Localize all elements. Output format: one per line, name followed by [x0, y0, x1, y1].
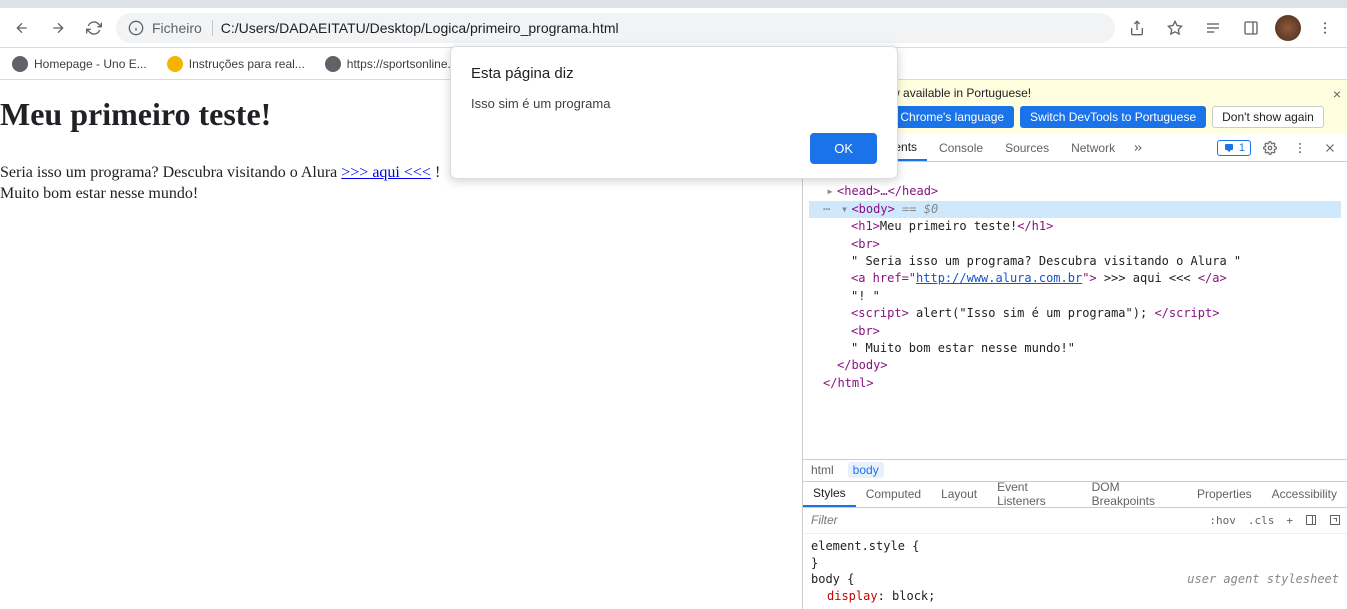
styles-filter-input[interactable] — [803, 513, 1203, 527]
page-text: ! — [431, 164, 440, 181]
url-scheme: Ficheiro — [152, 20, 213, 36]
reading-list-icon[interactable] — [1199, 14, 1227, 42]
tab-properties[interactable]: Properties — [1187, 482, 1262, 507]
back-button[interactable] — [8, 14, 36, 42]
crumb-html[interactable]: html — [811, 463, 834, 477]
address-bar[interactable]: Ficheiro C:/Users/DADAEITATU/Desktop/Log… — [116, 13, 1115, 43]
bookmark-label: Homepage - Uno E... — [34, 57, 147, 71]
dialog-message: Isso sim é um programa — [471, 96, 877, 111]
bookmark-item[interactable]: Homepage - Uno E... — [12, 56, 147, 72]
bookmark-star-icon[interactable] — [1161, 14, 1189, 42]
ok-button[interactable]: OK — [810, 133, 877, 164]
tab-network[interactable]: Network — [1061, 134, 1125, 161]
computed-sidebar-icon[interactable] — [1299, 514, 1323, 526]
reload-button[interactable] — [80, 14, 108, 42]
styles-filter-row: :hov .cls + — [803, 508, 1347, 534]
bookmark-item[interactable]: https://sportsonline... — [325, 56, 458, 72]
globe-icon — [12, 56, 28, 72]
switch-language-button[interactable]: Switch DevTools to Portuguese — [1020, 106, 1206, 128]
gear-icon[interactable] — [1259, 137, 1281, 159]
tab-accessibility[interactable]: Accessibility — [1262, 482, 1347, 507]
close-icon[interactable] — [1319, 137, 1341, 159]
kebab-icon[interactable] — [1289, 137, 1311, 159]
share-icon[interactable] — [1123, 14, 1151, 42]
new-rule-icon[interactable]: + — [1280, 514, 1299, 527]
url-path: C:/Users/DADAEITATU/Desktop/Logica/prime… — [221, 20, 619, 36]
globe-icon — [325, 56, 341, 72]
bookmark-label: Instruções para real... — [189, 57, 305, 71]
breadcrumb: html body — [803, 459, 1347, 481]
browser-tab-strip — [0, 0, 1347, 8]
issues-badge[interactable]: 1 — [1217, 140, 1251, 156]
browser-toolbar: Ficheiro C:/Users/DADAEITATU/Desktop/Log… — [0, 8, 1347, 48]
hov-toggle[interactable]: :hov — [1203, 514, 1242, 527]
side-panel-icon[interactable] — [1237, 14, 1265, 42]
styles-tabs: Styles Computed Layout Event Listeners D… — [803, 481, 1347, 508]
tab-sources[interactable]: Sources — [995, 134, 1059, 161]
page-text: Muito bom estar nesse mundo! — [0, 185, 198, 202]
collapse-icon[interactable] — [1323, 514, 1347, 526]
profile-avatar[interactable] — [1275, 15, 1301, 41]
tab-dom-breakpoints[interactable]: DOM Breakpoints — [1082, 482, 1187, 507]
styles-rules[interactable]: element.style { } body {user agent style… — [803, 534, 1347, 609]
close-icon[interactable]: × — [1333, 86, 1341, 102]
dismiss-button[interactable]: Don't show again — [1212, 106, 1324, 128]
elements-tree[interactable]: <html> ▸<head>…</head> ⋯ ▾<body> == $0 <… — [803, 162, 1347, 459]
cls-toggle[interactable]: .cls — [1242, 514, 1281, 527]
bookmark-label: https://sportsonline... — [347, 57, 458, 71]
forward-button[interactable] — [44, 14, 72, 42]
dialog-title: Esta página diz — [471, 65, 877, 82]
tab-styles[interactable]: Styles — [803, 482, 856, 507]
issues-count: 1 — [1239, 142, 1245, 154]
page-link[interactable]: >>> aqui <<< — [341, 164, 431, 181]
info-icon — [128, 20, 144, 36]
tab-computed[interactable]: Computed — [856, 482, 931, 507]
tab-console[interactable]: Console — [929, 134, 993, 161]
site-icon — [167, 56, 183, 72]
crumb-body[interactable]: body — [848, 462, 884, 478]
tab-layout[interactable]: Layout — [931, 482, 987, 507]
bookmark-item[interactable]: Instruções para real... — [167, 56, 305, 72]
menu-icon[interactable] — [1311, 14, 1339, 42]
tab-event-listeners[interactable]: Event Listeners — [987, 482, 1082, 507]
more-tabs-icon[interactable] — [1127, 137, 1149, 159]
alert-dialog: Esta página diz Isso sim é um programa O… — [450, 46, 898, 179]
page-text: Seria isso um programa? Descubra visitan… — [0, 164, 341, 181]
